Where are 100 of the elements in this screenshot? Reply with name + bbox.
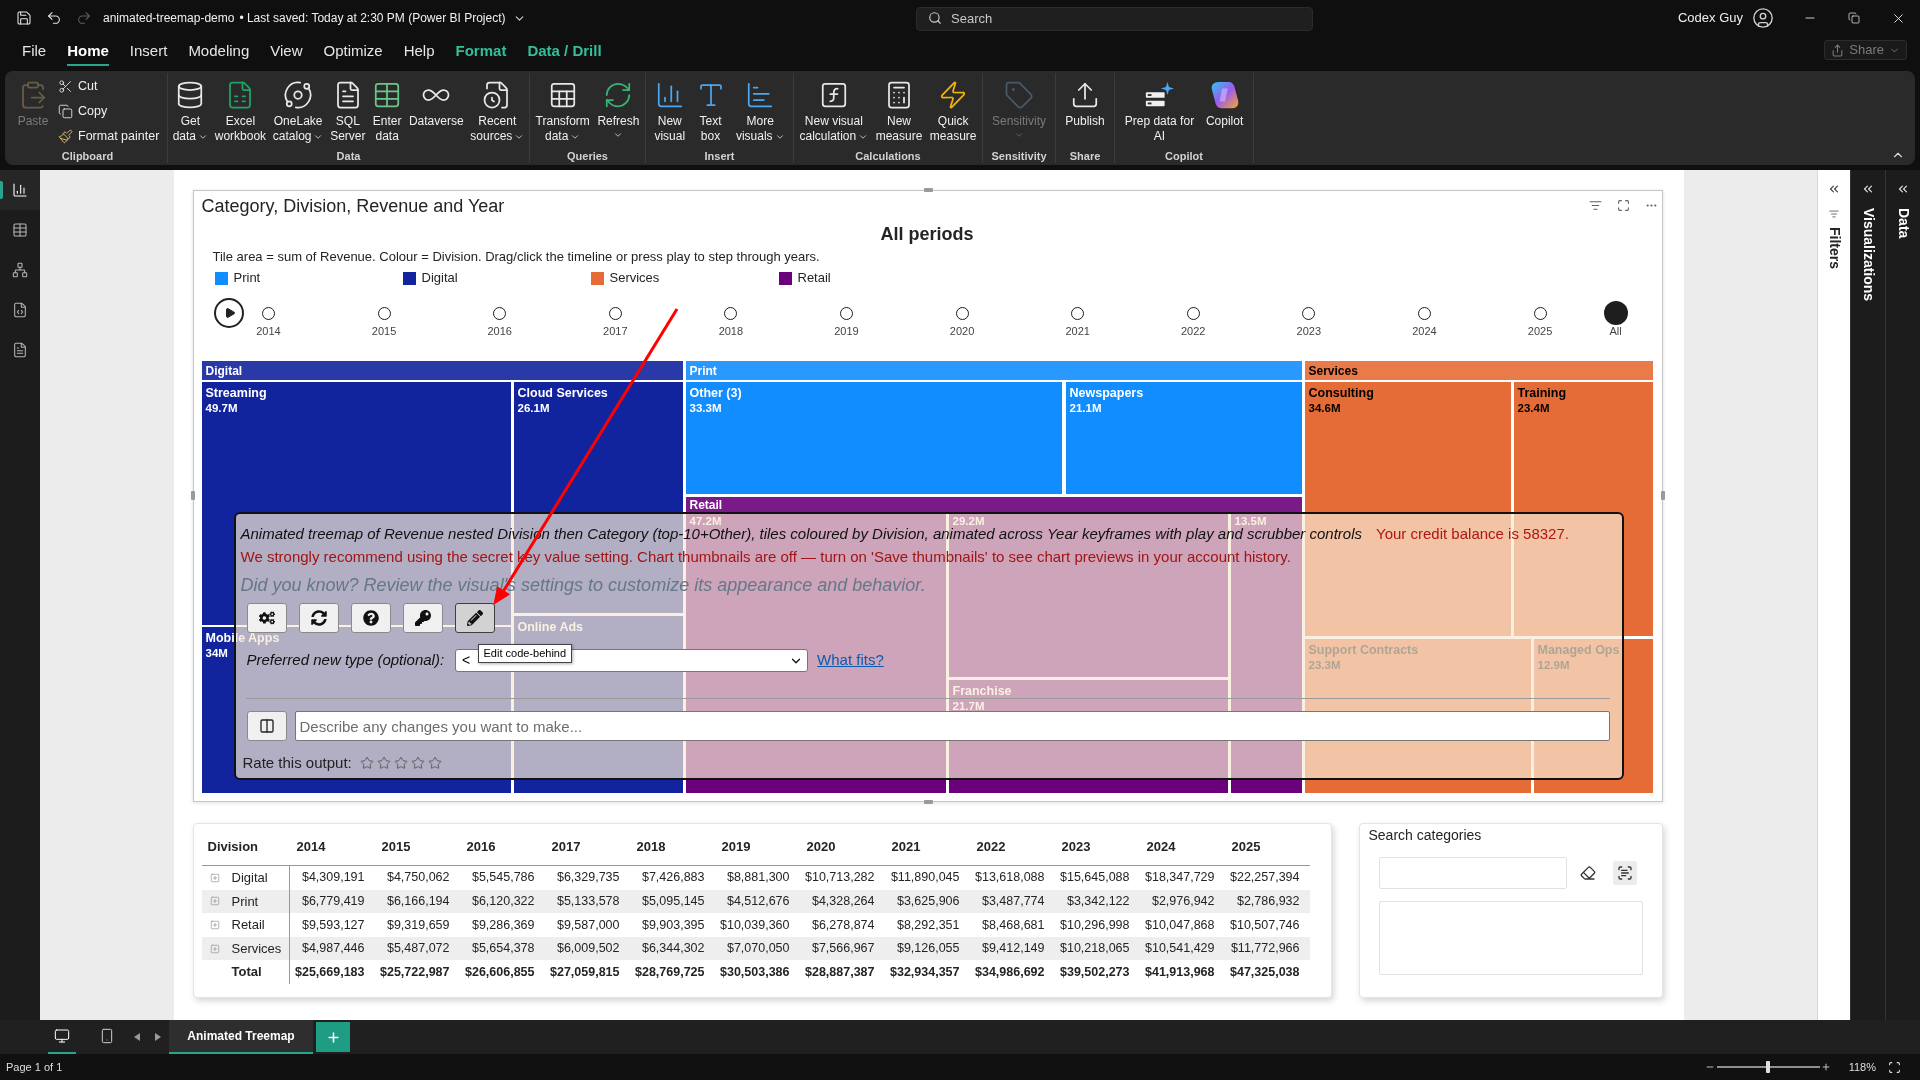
page-tab[interactable]: Animated Treemap [169, 1020, 313, 1054]
colorful-logo-icon [1209, 80, 1240, 110]
ribbon-button[interactable]: Copy [58, 99, 160, 124]
timeline-stop[interactable] [1186, 306, 1200, 320]
tag-icon [1004, 80, 1034, 110]
table-cell-text: $10,039,360 [720, 916, 790, 934]
paintbrush-icon [58, 129, 74, 144]
group-label: Print [689, 363, 717, 378]
view-button[interactable] [0, 170, 40, 210]
timeline-stop[interactable] [1417, 306, 1431, 320]
timeline-stop[interactable] [955, 306, 969, 320]
expand-icon[interactable] [1616, 199, 1630, 212]
plus-icon [325, 1029, 341, 1045]
ribbon-button[interactable]: Quick measure [927, 80, 979, 144]
timeline-stop[interactable] [1302, 306, 1316, 320]
timeline-stop[interactable] [1533, 306, 1547, 320]
collapsed-pane[interactable]: Visualizations [1850, 170, 1885, 1020]
smartphone-icon [99, 1028, 115, 1044]
menu-tab[interactable]: Help [403, 38, 435, 66]
resize-handle[interactable] [190, 491, 195, 500]
menu-tab[interactable]: Data / Drill [527, 38, 602, 66]
table-cell-text: $18,347,729 [1145, 869, 1215, 887]
timeline-stop[interactable] [377, 306, 391, 320]
ribbon-button[interactable]: Get data [170, 80, 211, 144]
filter-icon[interactable] [1588, 199, 1602, 212]
scissors-icon [58, 79, 74, 94]
ribbon-button[interactable]: New measure [873, 80, 925, 144]
document-icon [12, 342, 28, 358]
menu-tab[interactable]: Insert [129, 38, 168, 66]
timeline-stop[interactable] [493, 306, 507, 320]
table-cell-text: $10,541,429 [1145, 940, 1215, 958]
expand-pane-icon[interactable] [1861, 182, 1875, 196]
ribbon-button[interactable]: Cut [58, 74, 160, 99]
ribbon-button[interactable]: Excel workbook [212, 80, 269, 144]
total-cell-text: $32,934,357 [890, 963, 960, 981]
ribbon-button[interactable]: OneLake catalog [270, 80, 326, 144]
expand-pane-icon[interactable] [1827, 182, 1841, 196]
resize-handle[interactable] [923, 188, 933, 192]
table-cell-text: $6,329,735 [556, 869, 620, 887]
table-cell-text: $3,342,122 [1066, 893, 1130, 910]
timeline-stop[interactable] [1071, 306, 1085, 320]
menu-tab[interactable]: Format [455, 38, 507, 66]
tile-value: 49.7M [205, 401, 238, 415]
collapsed-pane[interactable]: Filters [1817, 170, 1850, 1020]
resize-handle[interactable] [1660, 491, 1665, 500]
ribbon-button[interactable]: Text box [693, 80, 728, 144]
expand-pane-icon[interactable] [1896, 182, 1910, 196]
table-cell-text: $4,512,676 [726, 893, 790, 910]
timeline-label: 2018 [718, 325, 744, 337]
column-header: 2015 [381, 839, 411, 854]
table-cell-text: $11,772,966 [1230, 940, 1300, 958]
tile-value: 21.7M [952, 699, 985, 713]
timeline-label: 2020 [949, 325, 975, 337]
table-cell-text: $5,545,786 [471, 869, 535, 887]
row-header: Digital [231, 869, 268, 888]
ribbon-button[interactable]: SQL Server [328, 80, 368, 144]
bar-chart-icon [12, 182, 28, 198]
avatar-icon [1752, 7, 1774, 29]
group-label: Services [1308, 363, 1358, 378]
search-input[interactable] [1378, 857, 1567, 889]
ribbon-button[interactable]: More visuals [733, 80, 787, 144]
slider-thumb[interactable] [1766, 1061, 1771, 1073]
undo-button[interactable] [45, 9, 63, 27]
tile-label: Support Contracts [1308, 643, 1419, 658]
zoom-in-button[interactable] [1820, 1062, 1831, 1072]
save-button[interactable] [15, 9, 33, 27]
menu-tab[interactable]: View [270, 38, 303, 66]
tile-value: 23.3M [1308, 658, 1341, 672]
ribbon-button[interactable]: Publish [1063, 80, 1107, 129]
ribbon-button[interactable]: Recent sources [468, 80, 527, 144]
ribbon-button[interactable]: Prep data for AI [1122, 80, 1197, 144]
ribbon-button[interactable]: Dataverse [406, 80, 466, 129]
select-all-button[interactable] [1612, 861, 1637, 885]
timeline-stop[interactable] [839, 306, 853, 320]
timeline-stop[interactable] [262, 306, 275, 320]
menu-tab[interactable]: Optimize [323, 38, 383, 66]
total-cell-text: $28,887,387 [805, 963, 875, 981]
timeline-stop[interactable] [1603, 301, 1628, 325]
play-button[interactable] [213, 298, 244, 328]
menu-tab[interactable]: Modeling [188, 38, 250, 66]
ribbon-button[interactable]: Format painter [58, 124, 160, 149]
menu-tab[interactable]: File [22, 38, 47, 66]
collapsed-pane[interactable]: Data [1885, 170, 1920, 1020]
zoom-reading: 118% [1848, 1059, 1876, 1075]
ribbon-button[interactable]: New visual [652, 80, 688, 144]
ribbon-button[interactable]: Enter data [370, 80, 405, 144]
total-cell-text: $26,606,855 [465, 963, 535, 981]
ribbon-button[interactable]: Transform data [533, 80, 592, 144]
timeline-stop[interactable] [608, 306, 622, 320]
save-status: • Last saved: Today at 2:30 PM (Power BI Project) [239, 10, 506, 27]
fit-to-page-button[interactable] [1888, 1060, 1901, 1074]
ribbon-button[interactable]: Copilot [1203, 80, 1246, 129]
ribbon-group-label: Calculations [855, 150, 921, 163]
menu-tab[interactable]: Home [67, 38, 109, 66]
ribbon-button[interactable]: Refresh [595, 80, 642, 140]
table-cell-text: $5,133,578 [556, 893, 620, 910]
ribbon-button[interactable]: New visual calculation [797, 80, 871, 144]
timeline-stop[interactable] [724, 306, 738, 320]
resize-handle[interactable] [923, 800, 933, 804]
search-field[interactable]: Search [916, 6, 1313, 31]
